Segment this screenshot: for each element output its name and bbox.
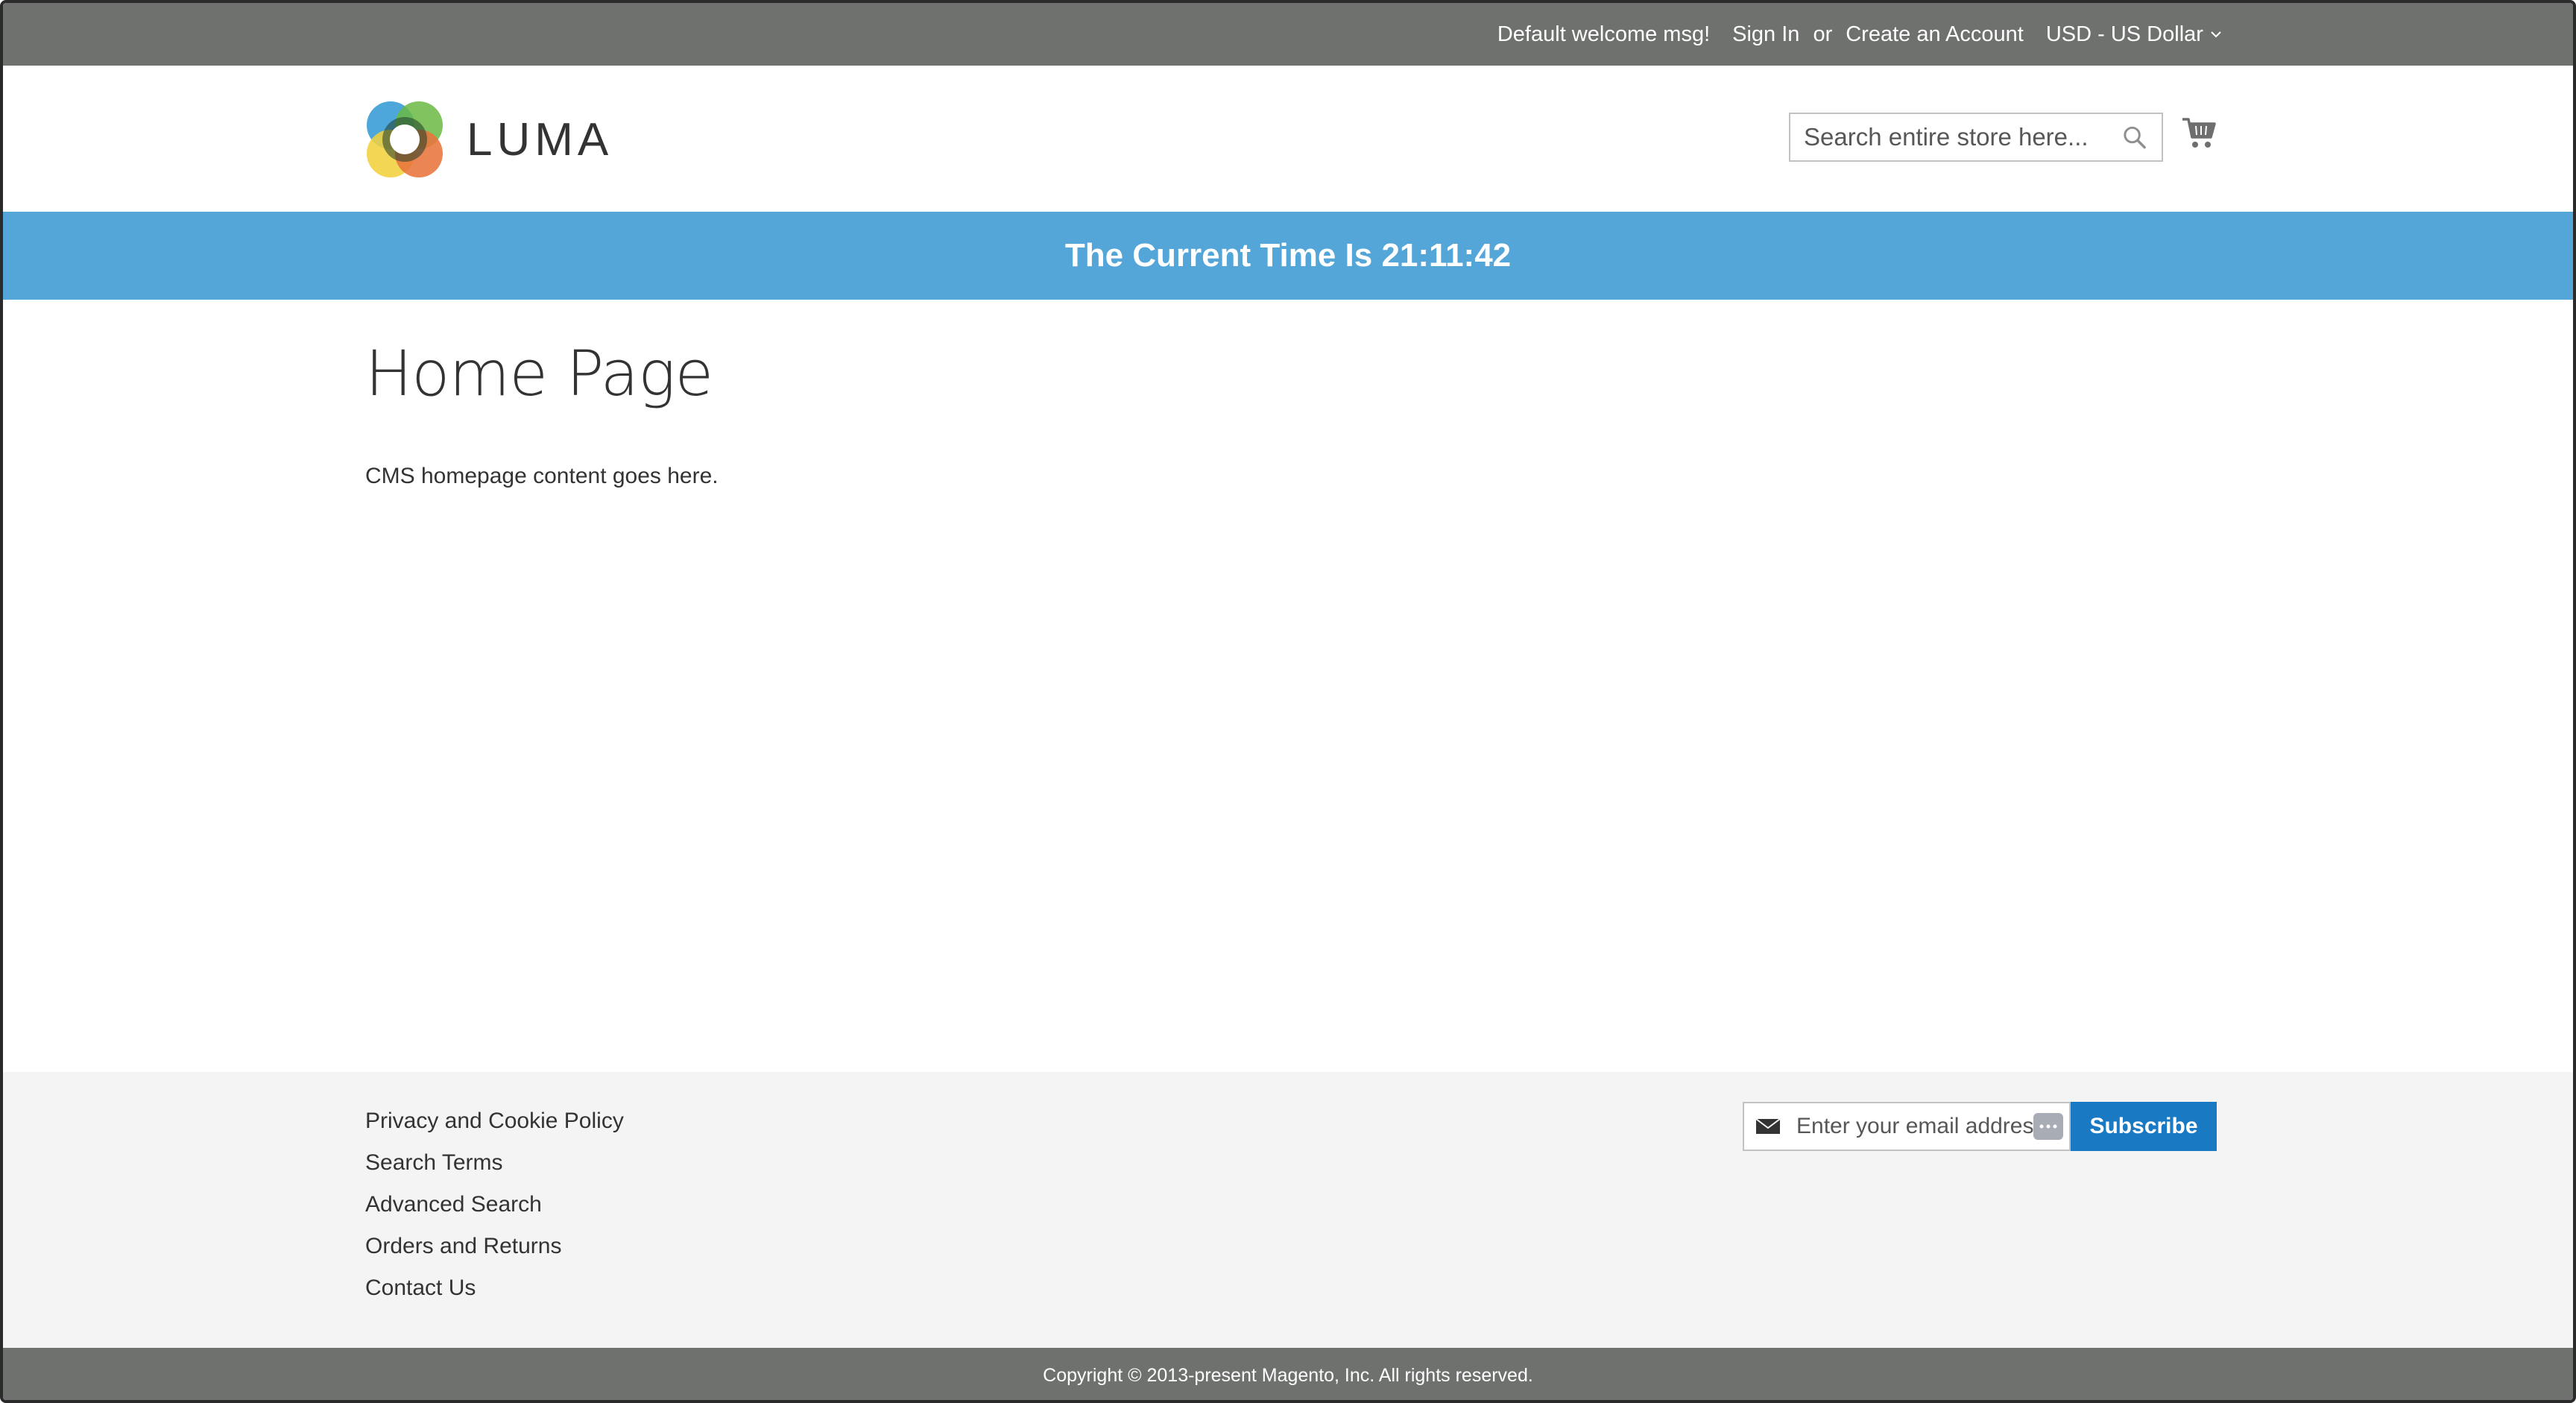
copyright-text: Copyright © 2013-present Magento, Inc. A…: [1043, 1364, 1533, 1386]
footer-link-orders-returns[interactable]: Orders and Returns: [365, 1226, 624, 1267]
copyright-bar: Copyright © 2013-present Magento, Inc. A…: [3, 1348, 2573, 1400]
footer-link-privacy[interactable]: Privacy and Cookie Policy: [365, 1100, 624, 1142]
currency-label: USD - US Dollar: [2045, 22, 2203, 46]
currency-switcher[interactable]: USD - US Dollar: [2046, 22, 2223, 47]
page-header: LUMA: [3, 66, 2573, 212]
header-links: Default welcome msg! Sign In or Create a…: [1497, 3, 2223, 66]
create-account-link[interactable]: Create an Account: [1846, 22, 2024, 47]
footer-link-search-terms[interactable]: Search Terms: [365, 1142, 624, 1184]
newsletter-email-input[interactable]: [1796, 1114, 2033, 1139]
search-icon[interactable]: [2121, 123, 2148, 151]
search-box[interactable]: [1789, 113, 2163, 162]
current-time-text: The Current Time Is 21:11:42: [1064, 237, 1512, 274]
store-logo[interactable]: LUMA: [365, 100, 613, 179]
footer-link-contact-us[interactable]: Contact Us: [365, 1267, 624, 1309]
page-footer: Privacy and Cookie Policy Search Terms A…: [3, 1072, 2573, 1348]
ellipsis-icon: [2039, 1124, 2057, 1129]
footer-links: Privacy and Cookie Policy Search Terms A…: [365, 1100, 624, 1309]
footer-link-advanced-search[interactable]: Advanced Search: [365, 1184, 624, 1226]
current-time-banner: The Current Time Is 21:11:42: [3, 212, 2573, 300]
or-separator: or: [1813, 22, 1833, 46]
top-panel: Default welcome msg! Sign In or Create a…: [3, 3, 2573, 66]
newsletter-form: Subscribe: [1743, 1102, 2217, 1151]
sign-in-link[interactable]: Sign In: [1732, 22, 1799, 47]
page-title: Home Page: [365, 337, 713, 410]
logo-text: LUMA: [467, 113, 613, 165]
welcome-message: Default welcome msg!: [1497, 22, 1711, 46]
newsletter-field[interactable]: [1743, 1102, 2071, 1151]
cart-icon[interactable]: [2181, 115, 2217, 151]
luma-logo-icon: [367, 101, 443, 177]
subscribe-button[interactable]: Subscribe: [2071, 1102, 2217, 1151]
main-content: Home Page CMS homepage content goes here…: [365, 300, 2214, 489]
browser-page: Default welcome msg! Sign In or Create a…: [0, 0, 2576, 1403]
autofill-dots-icon[interactable]: [2033, 1113, 2063, 1140]
search-input[interactable]: [1790, 114, 2121, 160]
cms-content-text: CMS homepage content goes here.: [365, 464, 719, 488]
mail-icon: [1755, 1118, 1781, 1134]
chevron-down-icon: [2211, 31, 2221, 37]
